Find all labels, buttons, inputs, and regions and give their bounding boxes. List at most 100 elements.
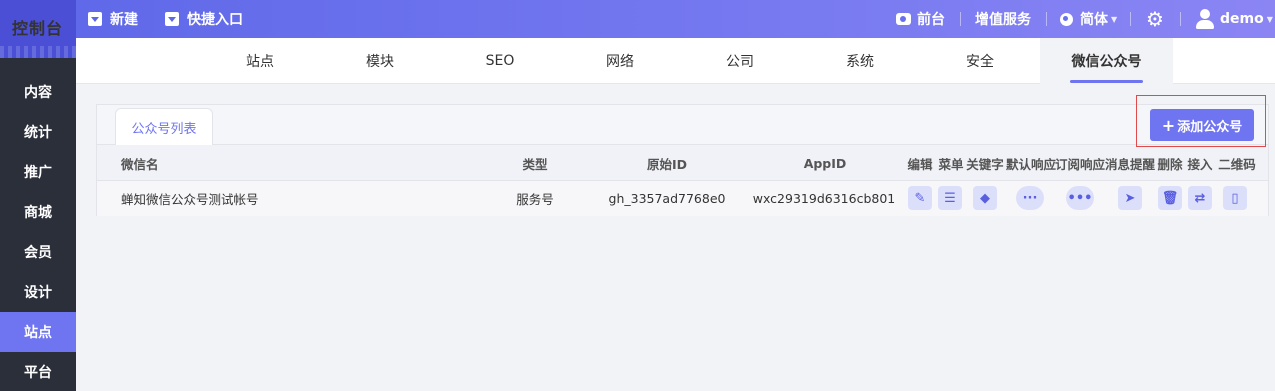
table-header: 微信名 类型 原始ID AppID 编辑 菜单 关键字 默认响应 订阅响应 消息… xyxy=(97,145,1268,181)
user-menu[interactable]: demo ▼ xyxy=(1196,0,1273,38)
chevron-down-icon: ▼ xyxy=(1111,14,1118,24)
add-account-highlight: + 添加公众号 xyxy=(1136,95,1266,147)
tab-seo[interactable]: SEO xyxy=(440,38,560,84)
sidebar-item-platform[interactable]: 平台 xyxy=(0,352,76,391)
tab-system[interactable]: 系统 xyxy=(800,38,920,84)
user-name: demo xyxy=(1220,11,1264,27)
column-header-edit: 编辑 xyxy=(907,156,933,172)
sidebar-item-promotion[interactable]: 推广 xyxy=(0,152,76,192)
logo-text: 控制台 xyxy=(12,19,64,38)
chat-bubble-icon: ••• xyxy=(1067,190,1093,206)
account-appid: wxc29319d6316cb801 xyxy=(752,191,896,206)
sidebar-item-label: 站点 xyxy=(24,325,52,341)
value-added-services-link[interactable]: 增值服务 xyxy=(975,0,1031,38)
tab-label: 微信公众号 xyxy=(1071,54,1142,70)
edit-icon: ✎ xyxy=(914,190,926,206)
tab-site[interactable]: 站点 xyxy=(200,38,320,84)
dropdown-square-icon xyxy=(165,12,179,26)
column-header-original-id: 原始ID xyxy=(646,156,688,172)
account-type: 服务号 xyxy=(516,192,554,207)
divider xyxy=(1130,12,1131,26)
column-header-name: 微信名 xyxy=(121,156,159,172)
column-header-qrcode: 二维码 xyxy=(1218,156,1256,172)
column-header-appid: AppID xyxy=(803,155,847,171)
logo[interactable]: 控制台 xyxy=(0,0,76,58)
default-reply-button[interactable]: ··· xyxy=(1016,186,1044,210)
delete-button[interactable]: 🗑 xyxy=(1158,186,1182,210)
chevron-down-icon: ▼ xyxy=(1266,14,1273,24)
new-menu[interactable]: 新建 xyxy=(88,0,138,38)
send-icon: ➤ xyxy=(1124,190,1136,206)
add-account-label: 添加公众号 xyxy=(1177,119,1243,135)
sidebar-item-label: 统计 xyxy=(24,125,52,141)
tablet-icon: ▯ xyxy=(1231,190,1239,206)
frontend-link[interactable]: 前台 xyxy=(896,0,945,38)
subscribe-reply-button[interactable]: ••• xyxy=(1066,186,1094,210)
tab-label: 安全 xyxy=(966,54,994,70)
sidebar-item-label: 商城 xyxy=(24,205,52,221)
tab-account-list[interactable]: 公众号列表 xyxy=(115,108,213,146)
qrcode-button[interactable]: ▯ xyxy=(1223,186,1247,210)
user-icon xyxy=(1196,9,1214,29)
sidebar-item-content[interactable]: 内容 xyxy=(0,72,76,112)
menu-icon: ☰ xyxy=(944,190,956,206)
wechat-accounts-panel: 公众号列表 微信名 类型 原始ID AppID 编辑 菜单 关键字 默认响应 订… xyxy=(96,104,1269,216)
tab-security[interactable]: 安全 xyxy=(920,38,1040,84)
sidebar-item-site[interactable]: 站点 xyxy=(0,312,76,352)
value-added-services-label: 增值服务 xyxy=(975,12,1031,28)
chat-bubble-icon: ··· xyxy=(1022,190,1038,206)
account-original-id: gh_3357ad7768e0 xyxy=(608,191,726,206)
quick-entry-label: 快捷入口 xyxy=(187,12,243,28)
sidebar-item-label: 推广 xyxy=(24,165,52,181)
keywords-button[interactable]: ◆ xyxy=(973,186,997,210)
tab-label: 网络 xyxy=(606,54,634,70)
tab-modules[interactable]: 模块 xyxy=(320,38,440,84)
column-header-subscribe-reply: 订阅响应 xyxy=(1054,156,1105,172)
top-bar: 新建 快捷入口 前台 增值服务 简体 ▼ ⚙ demo ▼ xyxy=(0,0,1275,38)
divider xyxy=(1180,12,1181,26)
tab-label: SEO xyxy=(485,53,515,69)
gear-icon: ⚙ xyxy=(1146,7,1164,31)
menu-button[interactable]: ☰ xyxy=(938,186,962,210)
tab-network[interactable]: 网络 xyxy=(560,38,680,84)
settings-button[interactable]: ⚙ xyxy=(1146,0,1164,38)
divider xyxy=(960,12,961,26)
message-alert-button[interactable]: ➤ xyxy=(1118,186,1142,210)
sidebar: 内容 统计 推广 商城 会员 设计 站点 平台 xyxy=(0,58,76,391)
column-header-keywords: 关键字 xyxy=(966,156,1004,172)
trash-icon: 🗑 xyxy=(1161,190,1179,206)
add-account-button[interactable]: + 添加公众号 xyxy=(1150,109,1254,141)
eye-icon xyxy=(896,13,911,25)
divider xyxy=(1046,12,1047,26)
sidebar-item-stats[interactable]: 统计 xyxy=(0,112,76,152)
sidebar-item-label: 设计 xyxy=(24,285,52,301)
column-header-type: 类型 xyxy=(522,156,548,172)
swap-icon: ⇄ xyxy=(1194,190,1206,206)
tab-label: 公司 xyxy=(726,54,754,70)
language-dropdown[interactable]: 简体 ▼ xyxy=(1060,0,1117,38)
tab-company[interactable]: 公司 xyxy=(680,38,800,84)
panel-header: 公众号列表 xyxy=(97,105,1268,146)
sidebar-item-design[interactable]: 设计 xyxy=(0,272,76,312)
column-header-default-reply: 默认响应 xyxy=(1005,156,1056,172)
edit-button[interactable]: ✎ xyxy=(908,186,932,210)
panel-tab-label: 公众号列表 xyxy=(131,122,197,137)
tag-icon: ◆ xyxy=(980,190,990,206)
tab-label: 站点 xyxy=(246,54,274,70)
plus-icon: + xyxy=(1161,115,1176,135)
tab-label: 系统 xyxy=(846,54,874,70)
settings-tabs: 站点 模块 SEO 网络 公司 系统 安全 微信公众号 xyxy=(76,38,1275,84)
sidebar-item-members[interactable]: 会员 xyxy=(0,232,76,272)
sidebar-item-label: 内容 xyxy=(24,85,52,101)
dropdown-square-icon xyxy=(88,12,102,26)
language-label: 简体 xyxy=(1080,12,1108,28)
new-label: 新建 xyxy=(110,12,138,28)
column-header-message-alert: 消息提醒 xyxy=(1104,156,1155,172)
tab-wechat[interactable]: 微信公众号 xyxy=(1040,38,1173,84)
sidebar-item-label: 平台 xyxy=(24,365,52,381)
quick-entry-menu[interactable]: 快捷入口 xyxy=(165,0,243,38)
tab-label: 模块 xyxy=(366,54,394,70)
connect-button[interactable]: ⇄ xyxy=(1188,186,1212,210)
sidebar-item-mall[interactable]: 商城 xyxy=(0,192,76,232)
logo-decoration xyxy=(0,46,76,58)
